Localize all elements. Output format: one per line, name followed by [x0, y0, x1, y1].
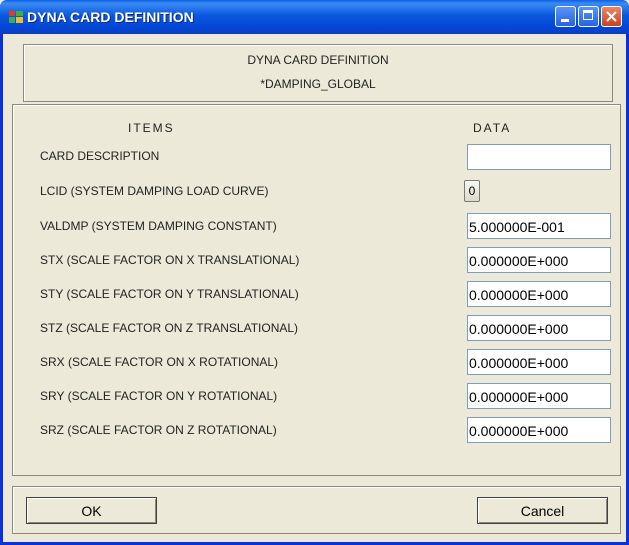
- window-title: DYNA CARD DEFINITION: [27, 9, 194, 25]
- dyna-card-definition-window: DYNA CARD DEFINITION DYNA CARD DEFINITIO…: [0, 0, 629, 545]
- srz-field[interactable]: [467, 417, 611, 443]
- header-panel: DYNA CARD DEFINITION *DAMPING_GLOBAL: [23, 44, 613, 102]
- header-card-keyword: *DAMPING_GLOBAL: [260, 77, 376, 91]
- button-bar: OK Cancel: [12, 486, 621, 534]
- card-description-label: CARD DESCRIPTION: [40, 149, 160, 163]
- minimize-icon: [561, 19, 569, 22]
- sty-label: STY (SCALE FACTOR ON Y TRANSLATIONAL): [40, 287, 299, 301]
- header-title: DYNA CARD DEFINITION: [247, 53, 389, 67]
- items-data-panel: ITEMS DATA CARD DESCRIPTION LCID (SYSTEM…: [12, 104, 621, 476]
- srz-label: SRZ (SCALE FACTOR ON Z ROTATIONAL): [40, 423, 277, 437]
- close-icon: [606, 11, 617, 22]
- data-column-header: DATA: [473, 121, 512, 135]
- close-button[interactable]: [601, 6, 622, 27]
- app-icon: [9, 11, 23, 23]
- srx-field[interactable]: [467, 349, 611, 375]
- items-column-header: ITEMS: [128, 121, 175, 135]
- valdmp-field[interactable]: [467, 213, 611, 239]
- valdmp-label: VALDMP (SYSTEM DAMPING CONSTANT): [40, 219, 277, 233]
- lcid-select-button[interactable]: 0: [464, 180, 480, 202]
- sty-field[interactable]: [467, 281, 611, 307]
- ok-button[interactable]: OK: [26, 497, 157, 524]
- cancel-button[interactable]: Cancel: [477, 497, 608, 524]
- stx-field[interactable]: [467, 247, 611, 273]
- title-bar[interactable]: DYNA CARD DEFINITION: [0, 0, 629, 34]
- sry-field[interactable]: [467, 383, 611, 409]
- stz-field[interactable]: [467, 315, 611, 341]
- card-description-field[interactable]: [467, 144, 611, 170]
- sry-label: SRY (SCALE FACTOR ON Y ROTATIONAL): [40, 389, 278, 403]
- stz-label: STZ (SCALE FACTOR ON Z TRANSLATIONAL): [40, 321, 299, 335]
- stx-label: STX (SCALE FACTOR ON X TRANSLATIONAL): [40, 253, 300, 267]
- minimize-button[interactable]: [555, 6, 576, 27]
- srx-label: SRX (SCALE FACTOR ON X ROTATIONAL): [40, 355, 279, 369]
- lcid-label: LCID (SYSTEM DAMPING LOAD CURVE): [40, 184, 269, 198]
- maximize-button[interactable]: [578, 6, 599, 27]
- maximize-icon: [583, 10, 593, 20]
